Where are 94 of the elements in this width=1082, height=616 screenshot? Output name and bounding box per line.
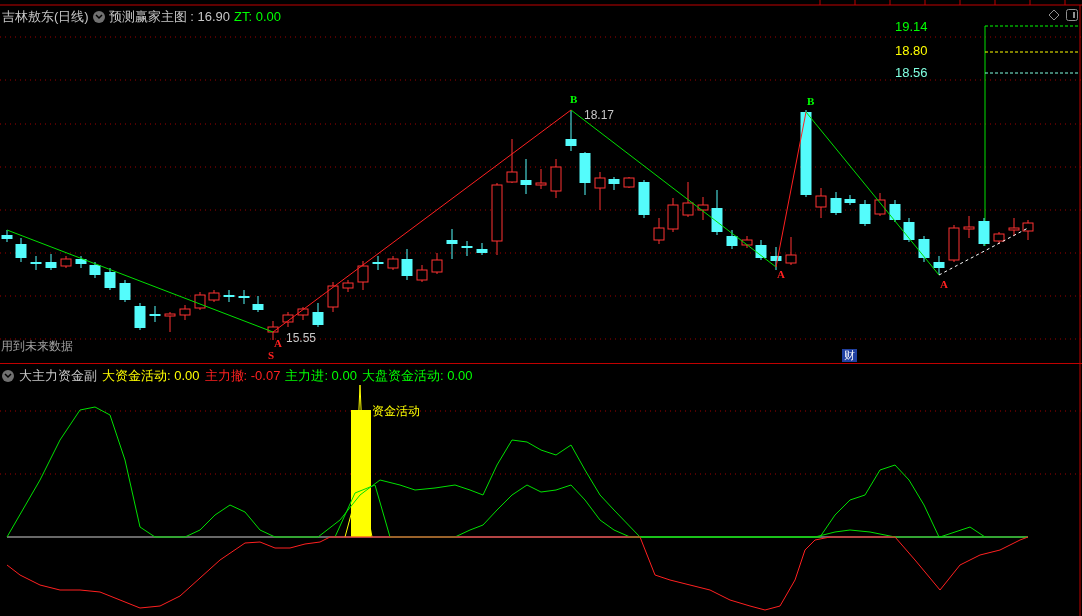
signal-marker: A — [940, 279, 948, 290]
candlestick — [179, 304, 191, 321]
candlestick — [238, 289, 250, 305]
candlestick — [134, 302, 146, 331]
indicator-value: 主力撤: -0.07 — [204, 367, 281, 385]
candlestick — [104, 267, 116, 291]
candlestick — [579, 151, 591, 196]
candlestick — [506, 138, 518, 184]
indicator-value: 主力进: 0.00 — [285, 367, 357, 385]
candlestick — [550, 158, 562, 199]
candlestick — [874, 192, 886, 217]
candlestick — [252, 295, 264, 313]
candlestick — [119, 279, 131, 303]
candlestick — [282, 311, 294, 328]
candlestick — [164, 311, 176, 333]
candlestick — [711, 189, 723, 236]
candlestick — [535, 168, 547, 190]
candlestick — [741, 235, 753, 249]
candlestick — [75, 255, 87, 269]
candlestick — [476, 242, 488, 256]
price-marker: 15.55 — [286, 332, 317, 344]
signal-marker: A — [274, 338, 282, 349]
candlestick — [918, 235, 930, 263]
candlestick — [697, 196, 709, 221]
candlestick — [1, 229, 13, 243]
diamond-icon[interactable] — [1048, 9, 1060, 21]
indicator-name: 预测赢家主图 : 16.90 — [108, 8, 231, 26]
signal-marker: B — [807, 96, 815, 107]
candlestick — [978, 217, 990, 247]
candlestick — [948, 224, 960, 263]
indicator-value: 大盘资金活动: 0.00 — [361, 367, 473, 385]
candlestick — [903, 217, 915, 243]
candlestick — [933, 255, 945, 276]
candlestick — [844, 194, 856, 206]
chevron-down-icon[interactable] — [2, 369, 14, 382]
candlestick — [89, 261, 101, 279]
candlestick — [416, 264, 428, 283]
panel-toggle-icon[interactable] — [1066, 9, 1078, 21]
candlestick — [446, 228, 458, 260]
candlestick — [755, 239, 767, 261]
candlestick — [149, 305, 161, 323]
candlestick — [267, 320, 279, 341]
candlestick — [565, 109, 577, 152]
stock-title: 吉林敖东(日线) — [2, 8, 89, 26]
bar-label: 资金活动 — [372, 403, 420, 420]
candlestick — [889, 199, 901, 223]
price-level-label: 18.56 — [895, 66, 928, 79]
candlestick — [208, 289, 220, 303]
candlestick — [859, 199, 871, 227]
candlestick — [194, 291, 206, 311]
candlestick — [682, 181, 694, 218]
candlestick — [45, 253, 57, 271]
candlestick — [1008, 217, 1020, 237]
price-level-label: 19.14 — [895, 20, 928, 33]
future-data-note: 用到未来数据 — [1, 338, 73, 355]
candlestick — [520, 158, 532, 195]
candlestick — [223, 289, 235, 303]
candlestick — [830, 191, 842, 216]
candlestick — [30, 255, 42, 271]
candlestick — [594, 171, 606, 211]
candlestick — [387, 255, 399, 271]
candlestick — [327, 281, 339, 313]
signal-marker: A — [777, 269, 785, 280]
candlestick — [667, 197, 679, 233]
candlestick — [1022, 219, 1034, 241]
candlestick — [401, 248, 413, 281]
price-marker: 18.17 — [584, 109, 615, 121]
candlestick — [638, 179, 650, 219]
signal-marker: B — [570, 94, 578, 105]
candlestick — [312, 302, 324, 328]
candlestick — [963, 215, 975, 239]
candlestick — [342, 279, 354, 293]
candlestick — [372, 255, 384, 271]
candlestick — [815, 187, 827, 219]
indicator-value: 大资金活动: 0.00 — [102, 367, 200, 385]
chevron-down-icon[interactable] — [92, 10, 105, 23]
candlestick — [431, 252, 443, 275]
zt-value: ZT: 0.00 — [234, 8, 281, 26]
candlestick — [993, 231, 1005, 245]
candlestick — [770, 246, 782, 271]
candlestick — [461, 240, 473, 257]
indicator-title: 大主力资金副 — [19, 367, 97, 385]
candlestick — [785, 236, 797, 266]
candlestick — [653, 217, 665, 245]
candlestick — [15, 237, 27, 263]
finance-badge: 财 — [842, 349, 857, 362]
candlestick — [608, 176, 620, 191]
candlestick — [357, 260, 369, 291]
candlestick — [297, 306, 309, 321]
signal-marker: S — [268, 350, 275, 361]
price-level-label: 18.80 — [895, 44, 928, 57]
candlestick — [726, 229, 738, 250]
candlestick — [623, 176, 635, 189]
candlestick — [60, 255, 72, 269]
